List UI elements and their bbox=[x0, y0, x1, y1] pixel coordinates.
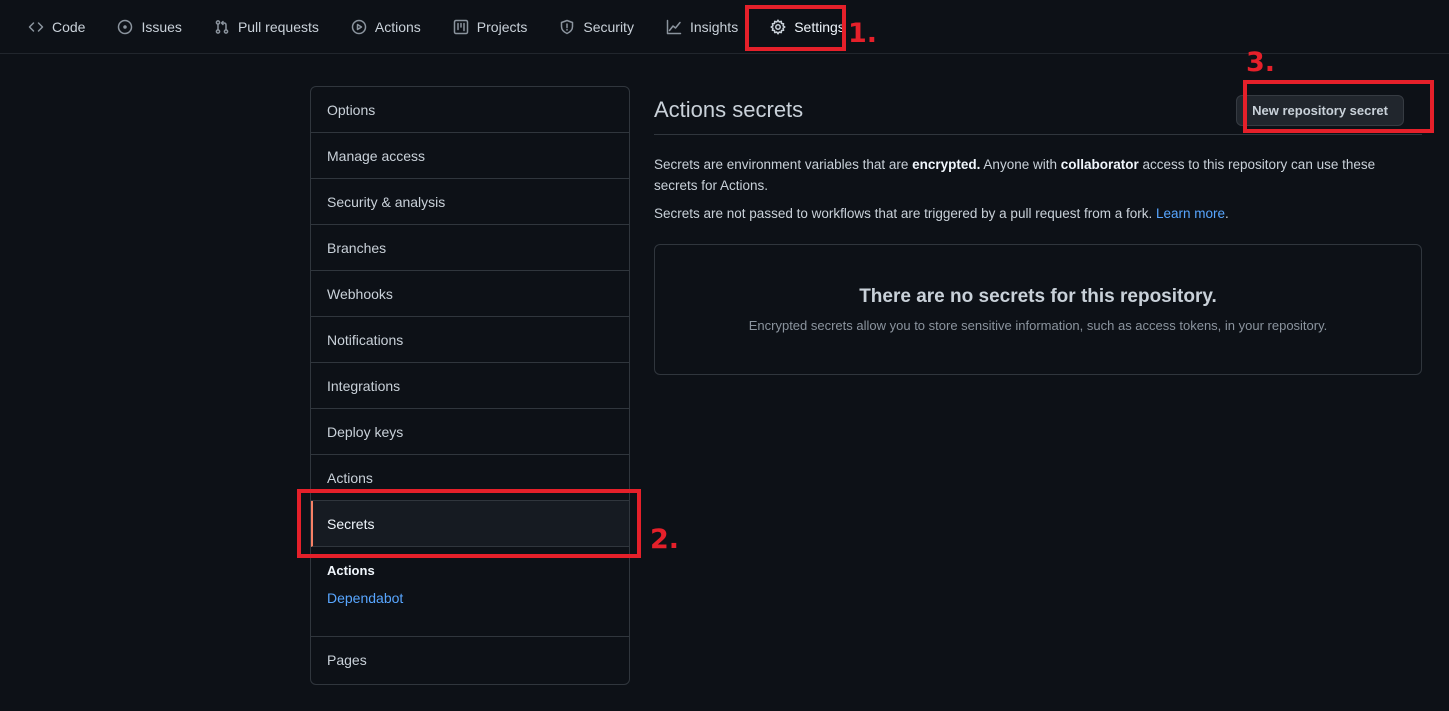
learn-more-link[interactable]: Learn more bbox=[1156, 206, 1225, 221]
tab-label: Insights bbox=[689, 18, 739, 35]
sidebar-item-actions[interactable]: Actions bbox=[311, 455, 629, 501]
code-icon bbox=[28, 21, 44, 32]
annotation-step-1: 1. bbox=[848, 18, 878, 49]
shield-icon bbox=[561, 19, 574, 34]
tab-label: Actions bbox=[374, 18, 421, 35]
gear-icon bbox=[770, 18, 786, 35]
empty-state-title: There are no secrets for this repository… bbox=[859, 286, 1217, 307]
tab-projects[interactable]: Projects bbox=[437, 0, 544, 54]
empty-state-subtitle: Encrypted secrets allow you to store sen… bbox=[748, 318, 1328, 333]
annotation-step-3: 3. bbox=[1246, 47, 1276, 78]
sidebar-group-title: Actions bbox=[327, 563, 375, 578]
sidebar-item-branches[interactable]: Branches bbox=[311, 225, 629, 271]
secrets-description: Secrets are environment variables that a… bbox=[654, 154, 1414, 196]
sidebar-item-options[interactable]: Options bbox=[311, 87, 629, 133]
tab-security[interactable]: Security bbox=[543, 0, 650, 54]
new-repository-secret-button[interactable]: New repository secret bbox=[1236, 94, 1404, 126]
sidebar-item-security-analysis[interactable]: Security & analysis bbox=[311, 179, 629, 225]
tab-code[interactable]: Code bbox=[28, 0, 101, 54]
tab-label: Projects bbox=[476, 18, 528, 35]
fork-notice-text: Secrets are not passed to workflows that… bbox=[654, 206, 1156, 221]
tab-label: Settings bbox=[794, 18, 845, 35]
main-header: Actions secrets New repository secret bbox=[654, 86, 1422, 135]
desc-bold-collaborator: collaborator bbox=[1060, 157, 1139, 172]
settings-sidebar: Options Manage access Security & analysi… bbox=[310, 86, 630, 685]
tab-insights[interactable]: Insights bbox=[650, 0, 754, 54]
tab-issues[interactable]: Issues bbox=[101, 0, 197, 54]
pull-request-icon bbox=[215, 19, 229, 34]
sidebar-item-secrets[interactable]: Secrets bbox=[311, 501, 629, 547]
project-icon bbox=[453, 19, 469, 34]
repo-nav: Code Issues Pull requests Actions Projec… bbox=[0, 0, 1449, 54]
issue-icon bbox=[118, 19, 133, 34]
tab-label: Pull requests bbox=[237, 18, 319, 35]
graph-icon bbox=[666, 19, 682, 34]
sidebar-secrets-group: Actions Dependabot bbox=[311, 547, 629, 637]
desc-text: Secrets are environment variables that a… bbox=[654, 157, 913, 172]
desc-text: Anyone with bbox=[980, 157, 1061, 172]
main-content: Actions secrets New repository secret Se… bbox=[654, 86, 1422, 375]
desc-bold-encrypted: encrypted. bbox=[912, 157, 981, 172]
empty-state: There are no secrets for this repository… bbox=[654, 244, 1422, 375]
annotation-step-2: 2. bbox=[650, 524, 680, 555]
tab-label: Issues bbox=[141, 18, 182, 35]
fork-notice-period: . bbox=[1225, 206, 1229, 221]
tab-settings[interactable]: Settings bbox=[754, 0, 861, 54]
fork-notice: Secrets are not passed to workflows that… bbox=[654, 206, 1422, 221]
tab-label: Code bbox=[52, 18, 86, 35]
sidebar-item-webhooks[interactable]: Webhooks bbox=[311, 271, 629, 317]
tab-actions[interactable]: Actions bbox=[335, 0, 437, 54]
sidebar-item-deploy-keys[interactable]: Deploy keys bbox=[311, 409, 629, 455]
tab-label: Security bbox=[583, 18, 634, 35]
play-icon bbox=[351, 19, 367, 34]
sidebar-subitem-dependabot[interactable]: Dependabot bbox=[327, 590, 403, 606]
page-title: Actions secrets bbox=[654, 97, 804, 122]
sidebar-item-notifications[interactable]: Notifications bbox=[311, 317, 629, 363]
sidebar-item-pages[interactable]: Pages bbox=[311, 637, 629, 683]
sidebar-item-manage-access[interactable]: Manage access bbox=[311, 133, 629, 179]
sidebar-item-integrations[interactable]: Integrations bbox=[311, 363, 629, 409]
tab-pull-requests[interactable]: Pull requests bbox=[198, 0, 335, 54]
